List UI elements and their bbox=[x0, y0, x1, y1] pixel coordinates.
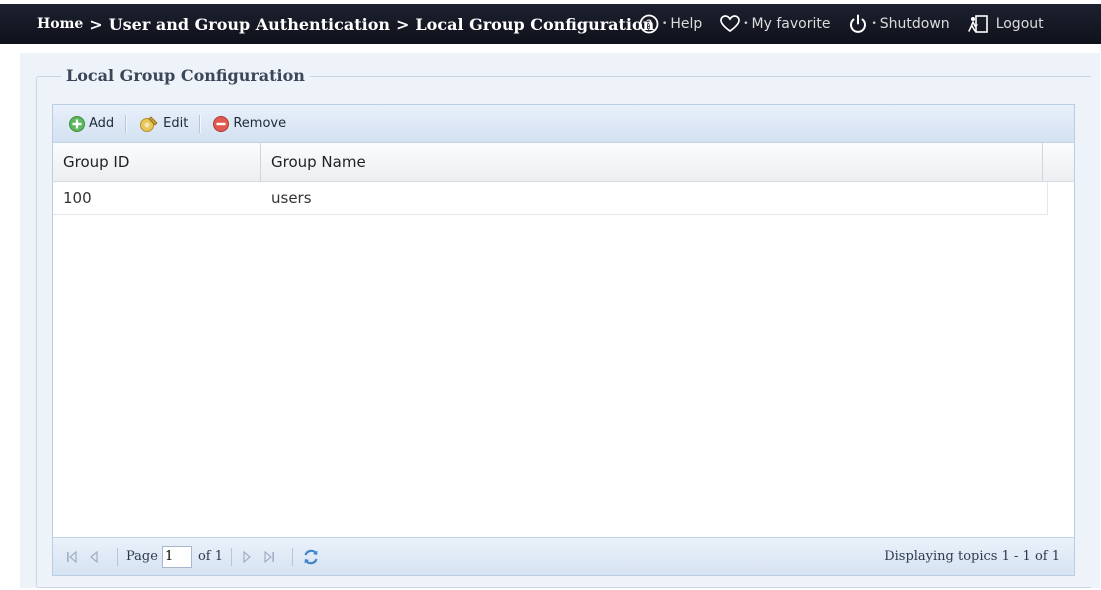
remove-icon bbox=[213, 115, 230, 132]
help-icon: ? bbox=[639, 14, 659, 34]
edit-label: Edit bbox=[163, 116, 189, 131]
refresh-button[interactable] bbox=[301, 547, 321, 567]
pager-separator bbox=[230, 547, 232, 566]
logout-label: Logout bbox=[995, 16, 1044, 32]
breadcrumb: Home > User and Group Authentication > L… bbox=[37, 4, 654, 44]
toolbar-separator bbox=[199, 114, 202, 133]
cell-group-id: 100 bbox=[63, 189, 92, 207]
grid-pager: Page of 1 Displaying topics 1 - 1 of 1 bbox=[53, 537, 1074, 575]
shutdown-label: Shutdown bbox=[879, 16, 950, 32]
top-links: ? • Help • My favorite • Shutdown Logout bbox=[638, 4, 1061, 44]
svg-text:?: ? bbox=[646, 18, 652, 32]
breadcrumb-section[interactable]: User and Group Authentication bbox=[109, 15, 390, 34]
page-count-label: of 1 bbox=[197, 549, 223, 564]
next-page-button[interactable] bbox=[240, 550, 254, 564]
page-label: Page bbox=[126, 549, 158, 564]
next-page-icon bbox=[243, 550, 251, 563]
page-number-input[interactable] bbox=[161, 545, 192, 568]
add-icon bbox=[69, 115, 85, 132]
last-page-button[interactable] bbox=[262, 550, 276, 564]
toolbar-separator bbox=[125, 114, 128, 133]
grid-toolbar: Add Edit Remove bbox=[53, 105, 1074, 143]
favorite-label: My favorite bbox=[751, 16, 831, 32]
add-label: Add bbox=[89, 116, 115, 131]
caret-icon: • bbox=[871, 19, 877, 29]
heart-icon bbox=[720, 15, 741, 33]
pager-separator bbox=[291, 547, 293, 566]
refresh-icon bbox=[304, 549, 318, 564]
column-header-group-id[interactable]: Group ID bbox=[53, 143, 261, 181]
top-bar: Home > User and Group Authentication > L… bbox=[0, 4, 1101, 44]
panel-title: Local Group Configuration bbox=[61, 66, 310, 85]
breadcrumb-separator: > bbox=[396, 14, 410, 34]
pager-separator bbox=[117, 547, 118, 566]
caret-icon: • bbox=[743, 19, 749, 29]
help-link[interactable]: ? • Help bbox=[638, 13, 702, 35]
first-page-icon bbox=[67, 550, 77, 563]
power-icon bbox=[850, 14, 867, 33]
remove-label: Remove bbox=[233, 116, 287, 131]
last-page-icon bbox=[264, 550, 274, 563]
add-button[interactable]: Add bbox=[65, 112, 117, 136]
breadcrumb-home[interactable]: Home bbox=[37, 16, 83, 32]
display-info: Displaying topics 1 - 1 of 1 bbox=[884, 549, 1060, 564]
cell-group-name: users bbox=[271, 189, 312, 207]
favorite-link[interactable]: • My favorite bbox=[719, 13, 830, 35]
prev-page-button[interactable] bbox=[87, 550, 101, 564]
group-grid: Add Edit Remove Group ID Group Name 100 … bbox=[52, 104, 1075, 576]
logout-link[interactable]: Logout bbox=[967, 13, 1044, 35]
column-header-group-name[interactable]: Group Name bbox=[261, 143, 1043, 181]
logout-icon bbox=[967, 15, 988, 33]
breadcrumb-separator: > bbox=[89, 14, 103, 34]
first-page-button[interactable] bbox=[65, 550, 79, 564]
edit-button[interactable]: Edit bbox=[135, 112, 191, 136]
prev-page-icon bbox=[90, 550, 98, 563]
edit-icon bbox=[140, 115, 158, 132]
shutdown-link[interactable]: • Shutdown bbox=[847, 13, 950, 35]
breadcrumb-current: Local Group Configuration bbox=[415, 14, 655, 34]
help-label: Help bbox=[670, 16, 703, 32]
grid-header: Group ID Group Name bbox=[53, 143, 1074, 182]
table-row[interactable]: 100 users bbox=[53, 182, 1048, 215]
remove-button[interactable]: Remove bbox=[209, 112, 289, 136]
caret-icon: • bbox=[662, 19, 668, 29]
